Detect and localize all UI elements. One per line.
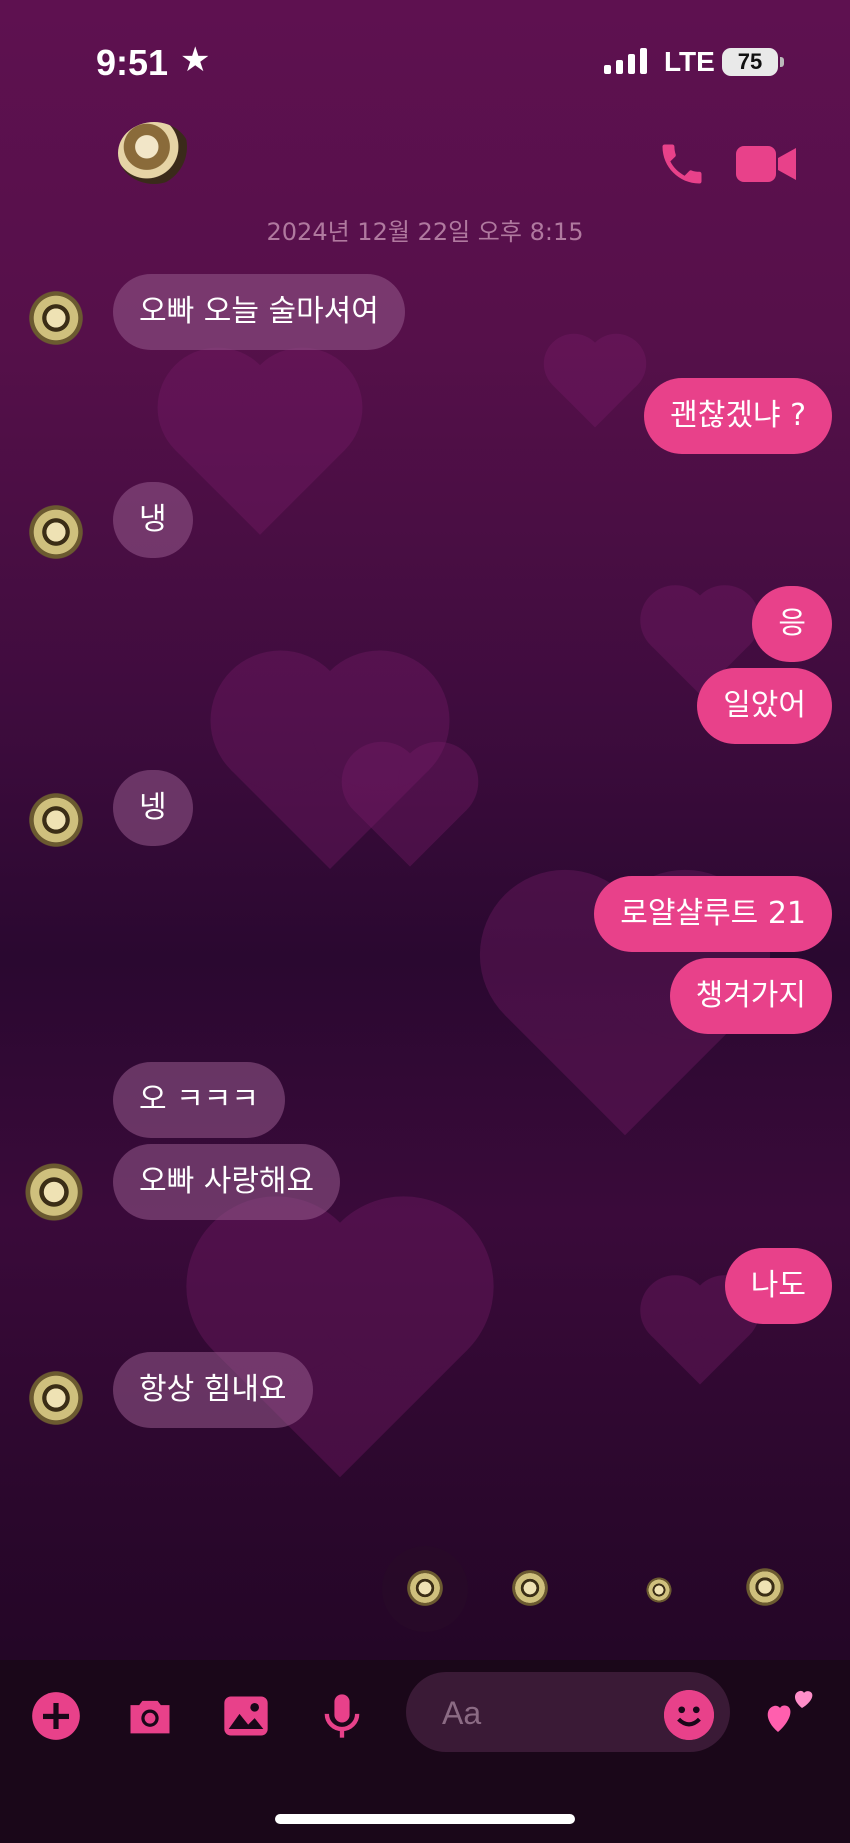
background-heart xyxy=(212,1222,468,1478)
read-receipt-avatar[interactable] xyxy=(645,1576,673,1604)
contact-avatar[interactable] xyxy=(118,122,190,184)
phone-icon[interactable] xyxy=(656,138,708,190)
message-bubble-incoming[interactable]: 넹 xyxy=(113,770,193,846)
image-icon[interactable] xyxy=(220,1690,272,1742)
battery-tip xyxy=(780,57,784,67)
sender-avatar[interactable] xyxy=(22,1160,86,1224)
message-bubble-outgoing[interactable]: 로얄샬루트 21 xyxy=(594,876,832,952)
status-bar: 9:51 ★ LTE 75 xyxy=(0,0,850,120)
video-camera-icon[interactable] xyxy=(736,144,796,184)
home-indicator xyxy=(275,1814,575,1824)
background-heart xyxy=(175,365,345,535)
message-input[interactable] xyxy=(440,1692,644,1734)
signal-icon xyxy=(604,48,647,74)
background-heart xyxy=(552,342,638,428)
star-icon: ★ xyxy=(180,40,211,80)
read-receipt-avatar[interactable] xyxy=(744,1566,786,1608)
message-bubble-incoming[interactable]: 오빠 사랑해요 xyxy=(113,1144,341,1220)
message-bubble-outgoing[interactable]: 나도 xyxy=(724,1248,832,1324)
camera-icon[interactable] xyxy=(124,1690,176,1742)
message-bubble-incoming[interactable]: 오 ㅋㅋㅋ xyxy=(113,1062,285,1138)
message-bubble-outgoing[interactable]: 괜찮겠냐 ? xyxy=(644,378,832,454)
message-bubble-outgoing[interactable]: 챙겨가지 xyxy=(669,958,832,1034)
message-bubble-outgoing[interactable]: 응 xyxy=(752,586,832,662)
hearts-icon[interactable] xyxy=(762,1684,818,1740)
message-bubble-incoming[interactable]: 오빠 오늘 술마셔여 xyxy=(113,274,405,350)
read-receipt-avatar[interactable] xyxy=(405,1568,445,1608)
status-time: 9:51 xyxy=(96,42,169,83)
battery-icon: 75 xyxy=(722,48,778,76)
message-bubble-outgoing[interactable]: 일았어 xyxy=(697,668,832,744)
network-type: LTE xyxy=(664,46,715,77)
background-heart xyxy=(353,753,467,867)
plus-icon[interactable] xyxy=(30,1690,82,1742)
sender-avatar[interactable] xyxy=(26,288,86,348)
message-bubble-incoming[interactable]: 냉 xyxy=(113,482,193,558)
read-receipt-avatar[interactable] xyxy=(510,1568,550,1608)
sender-avatar[interactable] xyxy=(26,502,86,562)
sender-avatar[interactable] xyxy=(26,1368,86,1428)
sender-avatar[interactable] xyxy=(26,790,86,850)
emoji-icon[interactable] xyxy=(664,1690,714,1740)
microphone-icon[interactable] xyxy=(316,1690,368,1742)
date-stamp: 2024년 12월 22일 오후 8:15 xyxy=(266,218,584,246)
message-bubble-incoming[interactable]: 항상 힘내요 xyxy=(113,1352,313,1428)
